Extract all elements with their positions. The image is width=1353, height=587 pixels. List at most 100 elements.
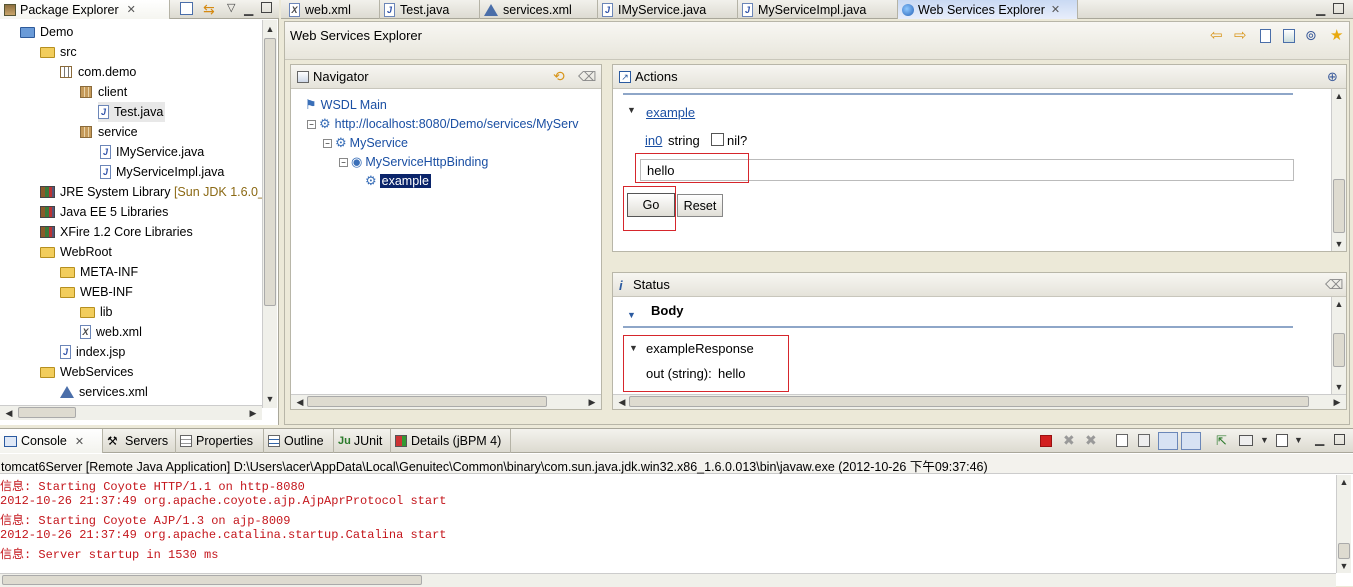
terminate-icon[interactable] — [1040, 435, 1052, 447]
tree-item-test-java[interactable]: J Test.java — [98, 102, 166, 122]
scroll-up-icon[interactable]: ▲ — [1332, 89, 1346, 103]
minimize-view-icon[interactable]: ▁ — [1316, 2, 1325, 16]
nav-item-example[interactable]: ⚙ example — [365, 171, 431, 191]
scroll-thumb[interactable] — [2, 575, 422, 585]
operation-link[interactable]: example — [646, 105, 695, 120]
actions-vscrollbar[interactable]: ▲ ▼ — [1331, 89, 1346, 251]
pin-console-icon[interactable]: ⇱ — [1216, 433, 1227, 449]
scroll-left-icon[interactable]: ◀ — [293, 395, 307, 409]
tree-item-javaee-library[interactable]: Java EE 5 Libraries — [40, 202, 168, 222]
param-name-link[interactable]: in0 — [645, 133, 662, 148]
maximize-view-icon[interactable] — [1333, 3, 1344, 14]
tab-junit[interactable]: Ju JUnit — [334, 429, 391, 453]
clear-icon[interactable]: ⌫ — [1325, 277, 1343, 293]
tab-test-java[interactable]: J Test.java — [380, 0, 480, 19]
nav-item-binding[interactable]: − ◉ MyServiceHttpBinding — [339, 152, 488, 172]
tree-item-xfire-library[interactable]: XFire 1.2 Core Libraries — [40, 222, 193, 242]
clear-icon[interactable]: ⌫ — [578, 69, 596, 85]
scroll-left-icon[interactable]: ◀ — [2, 406, 16, 420]
close-icon[interactable]: ✕ — [1051, 3, 1060, 16]
favorites-page-icon[interactable] — [1283, 29, 1295, 43]
display-console-icon[interactable] — [1239, 435, 1253, 446]
chevron-down-icon[interactable]: ▼ — [1260, 435, 1269, 445]
body-expand-icon[interactable]: ▼ — [627, 310, 636, 320]
reset-button[interactable]: Reset — [677, 194, 723, 217]
remove-all-icon[interactable]: ✖ — [1085, 432, 1097, 449]
scroll-thumb[interactable] — [18, 407, 76, 418]
nav-item-wsdl-main[interactable]: ⚑ WSDL Main — [305, 95, 387, 115]
link-editor-icon[interactable]: ⇆ — [203, 1, 215, 18]
tab-myserviceimpl-java[interactable]: J MyServiceImpl.java — [738, 0, 898, 19]
scroll-up-icon[interactable]: ▲ — [1332, 297, 1346, 311]
scroll-thumb[interactable] — [264, 38, 276, 306]
maximize-view-icon[interactable] — [261, 2, 272, 13]
tree-item-jre-library[interactable]: JRE System Library [Sun JDK 1.6.0_ — [40, 182, 262, 202]
wsdl-page-icon[interactable] — [1260, 29, 1271, 43]
close-icon[interactable]: ✕ — [127, 3, 136, 16]
tree-item-client[interactable]: client — [80, 82, 127, 102]
scroll-left-icon[interactable]: ◀ — [615, 395, 629, 409]
minimize-icon[interactable] — [180, 2, 193, 15]
console-hscrollbar[interactable] — [0, 573, 1336, 587]
scroll-down-icon[interactable]: ▼ — [1332, 237, 1346, 251]
tab-servers[interactable]: ⚒ Servers — [103, 429, 176, 453]
tree-item-meta-inf[interactable]: META-INF — [60, 262, 138, 282]
tab-outline[interactable]: Outline — [264, 429, 334, 453]
status-vscrollbar[interactable]: ▲ ▼ — [1331, 297, 1346, 394]
scroll-thumb[interactable] — [1338, 543, 1350, 559]
tree-item-webroot[interactable]: WebRoot — [40, 242, 112, 262]
tree-item-index-jsp[interactable]: Jindex.jsp — [60, 342, 125, 362]
nav-item-wsdl-url[interactable]: − ⚙ http://localhost:8080/Demo/services/My… — [307, 114, 597, 134]
scroll-down-icon[interactable]: ▼ — [263, 392, 277, 406]
search-icon[interactable]: ⊚ — [1305, 27, 1317, 44]
tree-item-lib[interactable]: lib — [80, 302, 113, 322]
tree-item-web-inf[interactable]: WEB-INF — [60, 282, 133, 302]
tab-imyservice-java[interactable]: J IMyService.java — [598, 0, 738, 19]
scroll-thumb[interactable] — [1333, 179, 1345, 233]
scroll-right-icon[interactable]: ▶ — [1330, 395, 1344, 409]
back-icon[interactable]: ⇦ — [1210, 26, 1223, 44]
remove-launch-icon[interactable]: ✖ — [1063, 432, 1075, 449]
minimize-view-icon[interactable]: ▁ — [244, 2, 253, 16]
status-hscrollbar[interactable]: ◀ ▶ — [613, 394, 1346, 409]
tab-services-xml[interactable]: services.xml — [480, 0, 598, 19]
scroll-thumb[interactable] — [1333, 333, 1345, 367]
tree-item-imyservice-java[interactable]: J IMyService.java — [100, 142, 204, 162]
clear-console-icon[interactable] — [1116, 434, 1128, 447]
nil-checkbox[interactable] — [711, 133, 724, 146]
scroll-down-icon[interactable]: ▼ — [1337, 559, 1351, 573]
package-explorer-hscrollbar[interactable]: ◀ ▶ — [0, 405, 262, 420]
tree-item-demo[interactable]: Demo — [20, 22, 73, 42]
show-on-stderr-icon[interactable] — [1181, 432, 1201, 450]
tab-details-jbpm[interactable]: Details (jBPM 4) — [391, 429, 511, 453]
scroll-thumb[interactable] — [307, 396, 547, 407]
tab-properties[interactable]: Properties — [176, 429, 264, 453]
collapse-icon[interactable]: − — [339, 157, 348, 167]
tree-item-webservices[interactable]: WebServices — [40, 362, 133, 382]
scroll-up-icon[interactable]: ▲ — [1337, 475, 1351, 489]
console-output[interactable]: 信息: Starting Coyote HTTP/1.1 on http-808… — [0, 475, 1336, 571]
collapse-icon[interactable]: − — [323, 138, 332, 148]
scroll-lock-icon[interactable] — [1138, 434, 1150, 447]
tab-web-xml[interactable]: Xweb.xml — [285, 0, 380, 19]
console-vscrollbar[interactable]: ▲ ▼ — [1336, 475, 1351, 573]
tree-item-src[interactable]: src — [40, 42, 77, 62]
tree-item-com-demo[interactable]: com.demo — [60, 62, 136, 82]
refresh-icon[interactable]: ⟲ — [553, 68, 565, 85]
minimize-view-icon[interactable]: ▁ — [1315, 432, 1324, 446]
tree-item-services-xml[interactable]: services.xml — [60, 382, 148, 402]
open-console-icon[interactable] — [1276, 434, 1288, 447]
collapse-icon[interactable]: − — [307, 119, 316, 129]
chevron-down-icon[interactable]: ▼ — [1294, 435, 1303, 445]
tree-item-myserviceimpl-java[interactable]: J MyServiceImpl.java — [100, 162, 224, 182]
operation-expand-icon[interactable]: ▼ — [627, 105, 636, 115]
favorites-star-icon[interactable]: ★ — [1330, 26, 1343, 44]
tree-item-service[interactable]: service — [80, 122, 138, 142]
close-icon[interactable]: ✕ — [75, 435, 84, 448]
nav-item-myservice[interactable]: − ⚙ MyService — [323, 133, 408, 153]
navigator-hscrollbar[interactable]: ◀ ▶ — [291, 394, 601, 409]
tree-item-web-xml[interactable]: Xweb.xml — [80, 322, 142, 342]
scroll-down-icon[interactable]: ▼ — [1332, 380, 1346, 394]
tab-package-explorer[interactable]: Package Explorer ✕ — [0, 0, 170, 19]
maximize-view-icon[interactable] — [1334, 434, 1345, 445]
